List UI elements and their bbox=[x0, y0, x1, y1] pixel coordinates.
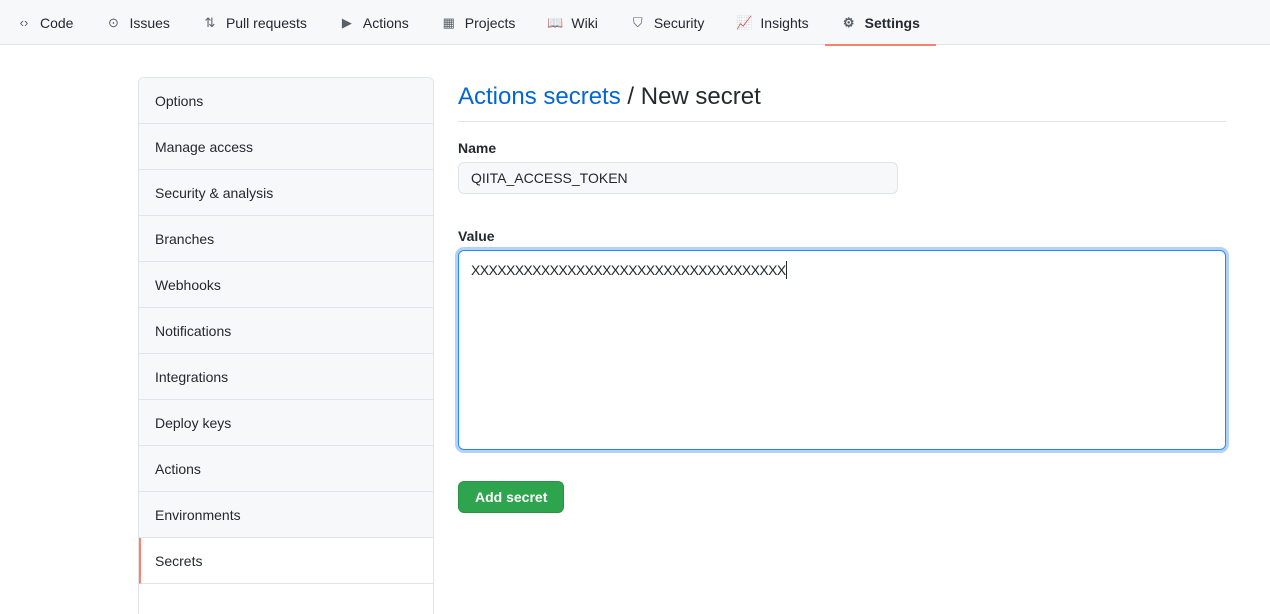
tab-label: Settings bbox=[864, 14, 920, 31]
shield-icon: ⛉ bbox=[632, 14, 643, 30]
issue-icon: ⊙ bbox=[108, 14, 119, 30]
value-textarea[interactable]: XXXXXXXXXXXXXXXXXXXXXXXXXXXXXXXXXXXX bbox=[458, 250, 1226, 450]
sidebar-item-webhooks[interactable]: Webhooks bbox=[139, 262, 433, 308]
tab-label: Projects bbox=[464, 14, 516, 31]
name-input[interactable]: QIITA_ACCESS_TOKEN bbox=[458, 162, 898, 194]
tab-projects[interactable]: ▦ Projects bbox=[425, 0, 532, 45]
sidebar-item-integrations[interactable]: Integrations bbox=[139, 354, 433, 400]
tab-code[interactable]: ‹› Code bbox=[16, 0, 89, 45]
sidebar-item-environments[interactable]: Environments bbox=[139, 492, 433, 538]
tab-pull-requests[interactable]: ⇅ Pull requests bbox=[186, 0, 323, 45]
project-icon: ▦ bbox=[442, 14, 455, 30]
tab-actions[interactable]: ▶ Actions bbox=[323, 0, 425, 45]
tab-label: Pull requests bbox=[225, 14, 307, 31]
text-caret bbox=[785, 261, 787, 279]
tab-label: Issues bbox=[129, 14, 170, 31]
tab-label: Security bbox=[653, 14, 705, 31]
sidebar-item-next[interactable] bbox=[139, 584, 433, 614]
value-text: XXXXXXXXXXXXXXXXXXXXXXXXXXXXXXXXXXXX bbox=[471, 262, 786, 278]
sidebar-item-manage-access[interactable]: Manage access bbox=[139, 124, 433, 170]
tab-settings[interactable]: ⚙ Settings bbox=[824, 0, 937, 46]
sidebar-item-security-analysis[interactable]: Security & analysis bbox=[139, 170, 433, 216]
sidebar-item-options[interactable]: Options bbox=[139, 78, 433, 124]
code-icon: ‹› bbox=[19, 15, 29, 30]
tab-insights[interactable]: 📈 Insights bbox=[720, 0, 824, 45]
sidebar-item-notifications[interactable]: Notifications bbox=[139, 308, 433, 354]
actions-secrets-link[interactable]: Actions secrets bbox=[458, 83, 621, 110]
value-label: Value bbox=[458, 228, 495, 244]
sidebar-item-deploy-keys[interactable]: Deploy keys bbox=[139, 400, 433, 446]
settings-sidebar: Options Manage access Security & analysis B… bbox=[138, 77, 434, 614]
main-content: Actions secrets / New secret Name QIITA_… bbox=[458, 77, 1226, 513]
add-secret-button[interactable]: Add secret bbox=[458, 481, 565, 513]
title-text: New secret bbox=[640, 83, 761, 110]
pull-request-icon: ⇅ bbox=[204, 14, 216, 30]
title-separator: / bbox=[620, 83, 641, 110]
tab-label: Code bbox=[40, 14, 74, 31]
tab-wiki[interactable]: 📖 Wiki bbox=[531, 0, 613, 45]
tab-label: Actions bbox=[362, 14, 409, 31]
repo-nav: ‹› Code ⊙ Issues ⇅ Pull requests ▶ Actions ▦ Proj… bbox=[0, 0, 1270, 46]
sidebar-item-branches[interactable]: Branches bbox=[139, 216, 433, 262]
tab-label: Wiki bbox=[571, 14, 598, 31]
page-title: Actions secrets / New secret bbox=[458, 77, 1226, 122]
gear-icon: ⚙ bbox=[842, 14, 855, 30]
tab-label: Insights bbox=[760, 14, 809, 31]
book-icon: 📖 bbox=[547, 14, 564, 30]
graph-icon: 📈 bbox=[736, 14, 753, 30]
tab-security[interactable]: ⛉ Security bbox=[614, 0, 721, 45]
sidebar-item-actions[interactable]: Actions bbox=[139, 446, 433, 492]
play-icon: ▶ bbox=[341, 14, 352, 30]
sidebar-item-secrets[interactable]: Secrets bbox=[139, 538, 433, 584]
tab-issues[interactable]: ⊙ Issues bbox=[89, 0, 185, 45]
name-label: Name bbox=[458, 140, 497, 156]
